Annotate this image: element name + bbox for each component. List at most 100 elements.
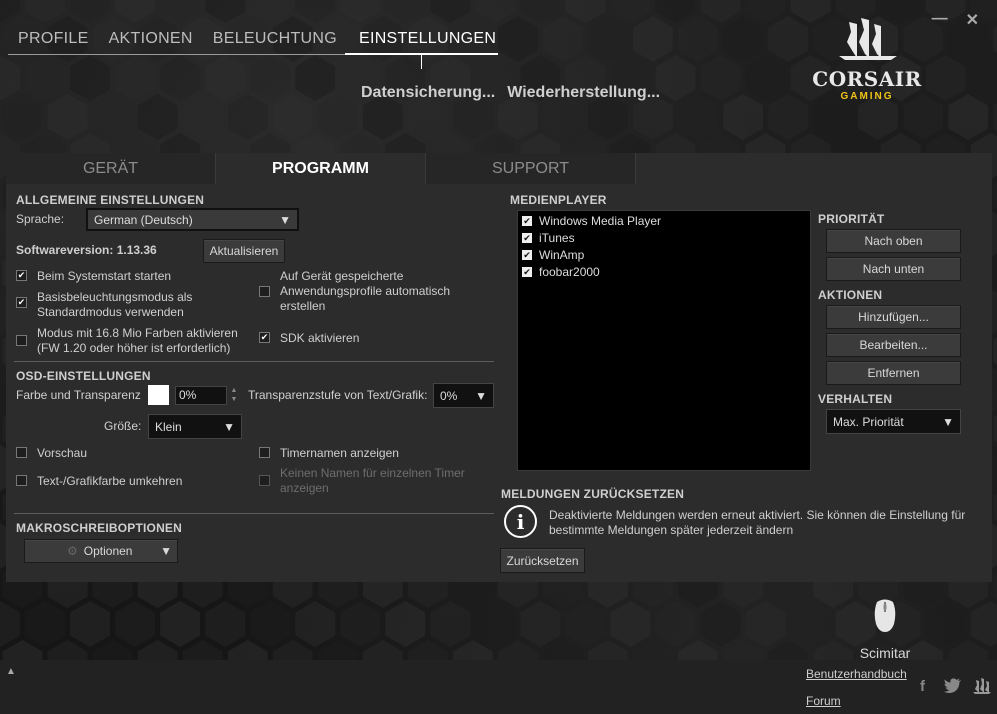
text-transparency-value: 0% — [440, 388, 458, 403]
hexagon-tile — [250, 0, 291, 23]
twitter-icon[interactable] — [944, 678, 962, 697]
chevron-down-icon: ▼ — [279, 212, 291, 227]
software-version: Softwareversion: 1.13.36 — [16, 243, 157, 257]
transparency-input[interactable]: 0% — [175, 386, 227, 405]
timer-names-checkbox[interactable] — [259, 447, 270, 458]
transparency-spinner[interactable]: ▲ ▼ — [229, 386, 239, 405]
move-up-button[interactable]: Nach oben — [826, 229, 961, 253]
hexagon-tile — [723, 16, 763, 62]
hexagon-tile — [655, 601, 696, 647]
hexagon-tile — [655, 55, 696, 101]
hexagon-tile — [993, 25, 997, 53]
add-button[interactable]: Hinzufügen... — [826, 305, 961, 329]
preview-checkbox[interactable] — [16, 447, 27, 458]
nav-tick — [421, 55, 422, 69]
main-navigation: PROFILE AKTIONEN BELEUCHTUNG EINSTELLUNG… — [8, 30, 508, 54]
basic-lighting-checkbox[interactable]: ✔ — [16, 297, 27, 308]
minimize-icon[interactable]: — — [932, 10, 948, 30]
facebook-icon[interactable]: f — [920, 678, 925, 695]
hexagon-tile — [0, 55, 20, 101]
tab-profile[interactable]: PROFILE — [8, 30, 99, 54]
hexagon-tile — [700, 55, 741, 101]
no-name-checkbox[interactable] — [259, 475, 270, 486]
hexagon-tile — [678, 94, 718, 140]
basic-lighting-label: Basisbeleuchtungsmodus als — [37, 290, 193, 304]
osd-settings-title: OSD-EINSTELLUNGEN — [16, 369, 151, 383]
invert-color-checkbox[interactable] — [16, 475, 27, 486]
restore-button[interactable]: Wiederherstellung... — [507, 84, 660, 102]
manual-link[interactable]: Benutzerhandbuch — [806, 667, 907, 681]
move-down-button[interactable]: Nach unten — [826, 257, 961, 281]
player-checkbox[interactable]: ✔ — [522, 233, 532, 243]
hexagon-tile — [768, 16, 808, 62]
hexagon-tile — [137, 94, 178, 140]
size-value: Klein — [155, 419, 182, 434]
list-item[interactable]: ✔ Windows Media Player — [522, 214, 661, 228]
hexagon-tile — [205, 0, 246, 23]
general-settings-title: ALLGEMEINE EINSTELLUNGEN — [16, 193, 205, 207]
hexagon-tile — [47, 94, 88, 140]
hexagon-tile — [25, 0, 65, 23]
list-item[interactable]: ✔ foobar2000 — [522, 265, 600, 279]
startup-checkbox[interactable]: ✔ — [16, 270, 27, 281]
player-name: iTunes — [539, 231, 575, 245]
device-scimitar[interactable]: Scimitar — [855, 598, 915, 661]
osd-color-swatch[interactable] — [148, 385, 169, 405]
auto-profiles-checkbox[interactable] — [259, 286, 270, 297]
hexagon-tile — [475, 601, 516, 647]
hexagon-tile — [385, 0, 426, 23]
hexagon-tile — [430, 0, 471, 23]
reset-text: Deaktivierte Meldungen werden erneut akt… — [549, 508, 966, 522]
chevron-down-icon: ▼ — [942, 414, 954, 429]
backup-button[interactable]: Datensicherung... — [361, 84, 495, 102]
reset-text-2: bestimmte Meldungen später jederzeit änd… — [549, 523, 794, 537]
window-controls: — ✕ — [932, 10, 979, 30]
language-select[interactable]: German (Deutsch) ▼ — [86, 208, 299, 231]
hexagon-tile — [993, 415, 997, 443]
close-icon[interactable]: ✕ — [966, 10, 979, 30]
hexagon-tile — [745, 0, 786, 23]
remove-button[interactable]: Entfernen — [826, 361, 961, 385]
hexagon-tile — [430, 601, 471, 647]
macro-options-label: Optionen — [83, 544, 133, 558]
corsair-sails-icon[interactable] — [972, 678, 992, 698]
chevron-down-icon: ▼ — [475, 388, 487, 403]
reset-button[interactable]: Zurücksetzen — [500, 548, 585, 573]
collapse-up-icon[interactable]: ▲ — [6, 666, 16, 677]
player-checkbox[interactable]: ✔ — [522, 250, 532, 260]
macro-options-button[interactable]: ⚙ Optionen ▼ — [24, 539, 178, 563]
tab-actions[interactable]: AKTIONEN — [99, 30, 203, 54]
text-transparency-label: Transparenzstufe von Text/Grafik: — [248, 388, 428, 402]
hexagon-tile — [340, 0, 381, 23]
text-transparency-select[interactable]: 0% ▼ — [433, 383, 494, 408]
mode16-checkbox[interactable] — [16, 335, 27, 346]
hexagon-tile — [790, 601, 831, 647]
hexagon-tile — [250, 601, 291, 647]
subtab-program[interactable]: PROGRAMM — [216, 153, 426, 184]
player-checkbox[interactable]: ✔ — [522, 267, 532, 277]
tab-lighting[interactable]: BELEUCHTUNG — [203, 30, 347, 54]
behavior-value: Max. Priorität — [833, 414, 904, 429]
player-checkbox[interactable]: ✔ — [522, 216, 532, 226]
edit-button[interactable]: Bearbeiten... — [826, 333, 961, 357]
behavior-select[interactable]: Max. Priorität ▼ — [826, 409, 961, 434]
subtab-device[interactable]: GERÄT — [6, 153, 216, 184]
player-name: WinAmp — [539, 248, 585, 262]
update-button[interactable]: Aktualisieren — [203, 239, 285, 263]
sdk-checkbox[interactable]: ✔ — [259, 332, 270, 343]
hexagon-tile — [565, 601, 606, 647]
color-transparency-label: Farbe und Transparenz — [16, 388, 141, 402]
hexagon-tile — [993, 259, 997, 287]
device-name: Scimitar — [859, 645, 911, 661]
size-select[interactable]: Klein ▼ — [148, 414, 242, 439]
list-item[interactable]: ✔ WinAmp — [522, 248, 584, 262]
tab-settings[interactable]: EINSTELLUNGEN — [347, 30, 508, 54]
hexagon-tile — [70, 0, 110, 23]
list-item[interactable]: ✔ iTunes — [522, 231, 575, 245]
hexagon-tile — [610, 601, 651, 647]
hexagon-tile — [700, 601, 741, 647]
subtab-support[interactable]: SUPPORT — [426, 153, 636, 184]
forum-link[interactable]: Forum — [806, 694, 841, 708]
corsair-logo: CORSAIR GAMING — [812, 18, 922, 104]
hexagon-tile — [993, 571, 997, 599]
